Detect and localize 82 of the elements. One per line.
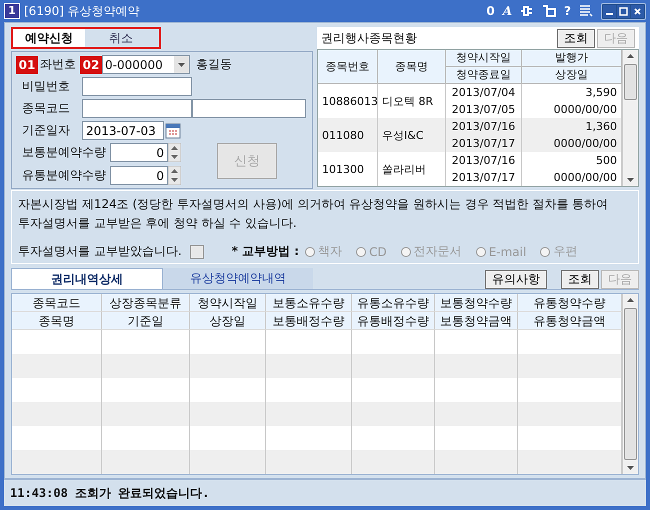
spinner-icon[interactable] — [168, 166, 181, 185]
window-corner-icon[interactable] — [542, 5, 556, 17]
field-label: 기준일자 — [21, 122, 71, 139]
table-cell: 011080 — [318, 118, 378, 152]
confirm-label: 투자설명서를 교부받았습니다. — [18, 243, 182, 260]
column-header: 유통배정수량 — [352, 312, 435, 330]
table-cell: 2013/07/17 — [452, 171, 516, 184]
minimize-icon[interactable] — [603, 4, 616, 18]
column-header: 종목명 — [378, 50, 446, 84]
column-header: 청약시작일 — [190, 294, 266, 312]
tab[interactable]: 예약신청 — [13, 29, 85, 47]
table-cell: 0000/00/00 — [554, 137, 617, 150]
column-header: 종목번호 — [318, 50, 378, 84]
field-label: 유통분예약수량 — [21, 167, 107, 184]
panel-title: 권리행사종목현황 — [321, 30, 418, 46]
maximize-icon[interactable] — [617, 4, 630, 18]
column-header: 청약시작일 — [446, 50, 522, 67]
column-header: 청약종료일 — [446, 67, 522, 84]
tab[interactable]: 유상청약예약내역 — [163, 268, 313, 289]
column-header: 유통청약수량 — [518, 294, 622, 312]
notice-text: 자본시장법 제124조 (정당한 투자설명서의 사용)에 의거하여 유상청약을 원하시는 경우 적법한 절차를 통하여 — [18, 196, 610, 213]
panel-button[interactable]: 조회 — [561, 270, 599, 289]
table-cell: 2013/07/04 — [452, 86, 516, 99]
table-cell: 0000/00/00 — [554, 171, 617, 184]
field-label: 종목코드 — [21, 100, 71, 117]
close-icon[interactable] — [631, 4, 644, 18]
table-cell: 2013/07/17 — [452, 137, 516, 150]
list-icon[interactable] — [579, 5, 593, 17]
column-header: 상장일 — [522, 67, 622, 84]
scrollbar[interactable] — [622, 50, 638, 186]
account-dropdown[interactable]: 0-000000 — [102, 55, 190, 74]
scroll-thumb[interactable] — [624, 64, 637, 100]
scroll-thumb[interactable] — [624, 308, 637, 460]
column-header: 보통청약금액 — [435, 312, 518, 330]
font-button[interactable]: A — [502, 4, 512, 18]
column-header: 발행가 — [522, 50, 622, 67]
toolbar-button[interactable]: ? — [564, 4, 571, 18]
panel-button[interactable]: 유의사항 — [485, 270, 547, 289]
column-header: 상장종목분류 — [102, 294, 190, 312]
table-cell: 500 — [596, 154, 617, 167]
calendar-icon[interactable] — [165, 122, 181, 139]
table-cell: 3,590 — [586, 86, 617, 99]
notice-text: 투자설명서를 교부받은 후에 청약 하실 수 있습니다. — [18, 215, 298, 232]
field-label: 보통분예약수량 — [21, 144, 107, 161]
field-label: 좌번호 — [40, 56, 77, 73]
window-title: [6190] 유상청약예약 — [24, 2, 140, 20]
column-header: 보통소유수량 — [266, 294, 352, 312]
panel-button[interactable]: 조회 — [557, 28, 595, 48]
step-marker: 01 — [16, 56, 38, 74]
checkbox[interactable] — [190, 244, 204, 258]
account-holder: 홍길동 — [196, 56, 232, 73]
column-header: 보통배정수량 — [266, 312, 352, 330]
scrollbar[interactable] — [622, 294, 638, 474]
step-marker: 02 — [80, 56, 102, 74]
stock-name-field[interactable] — [192, 99, 306, 118]
quantity-field[interactable]: 0 — [110, 143, 168, 162]
table-cell: 0000/00/00 — [554, 103, 617, 116]
tab[interactable]: 권리내역상세 — [11, 268, 163, 289]
table-cell: 2013/07/16 — [452, 154, 516, 167]
field-label: 비밀번호 — [21, 78, 71, 95]
delivery-label: * 교부방법 : — [232, 243, 300, 260]
caret-icon[interactable] — [174, 56, 189, 73]
status-bar: 11:43:08 조회가 완료되었습니다. — [4, 479, 646, 506]
toolbar-button[interactable]: 0 — [486, 4, 495, 18]
column-header: 보통청약수량 — [435, 294, 518, 312]
window-icon: 1 — [4, 3, 20, 19]
column-header: 기준일 — [102, 312, 190, 330]
plug-icon[interactable] — [520, 5, 534, 17]
column-header: 유통소유수량 — [352, 294, 435, 312]
table-cell: 우성I&C — [378, 118, 446, 152]
table-cell: 1,360 — [586, 120, 617, 133]
quantity-field[interactable]: 0 — [110, 166, 168, 185]
column-header: 종목명 — [12, 312, 102, 330]
table-cell: 2013/07/05 — [452, 103, 516, 116]
column-header: 유통청약금액 — [518, 312, 622, 330]
date-field[interactable]: 2013-07-03 — [82, 121, 164, 140]
spinner-icon[interactable] — [168, 143, 181, 162]
column-header: 상장일 — [190, 312, 266, 330]
column-header: 종목코드 — [12, 294, 102, 312]
password-field[interactable] — [82, 77, 192, 96]
table-cell: 2013/07/16 — [452, 120, 516, 133]
stock-code-field[interactable] — [82, 99, 192, 118]
